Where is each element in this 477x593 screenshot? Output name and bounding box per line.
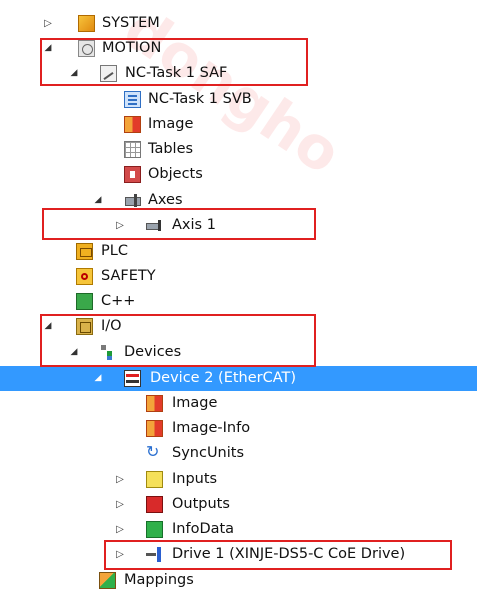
tree-item-label: SyncUnits — [172, 445, 245, 461]
devices-icon — [99, 344, 116, 361]
tree-item-label: Device 2 (EtherCAT) — [150, 370, 297, 386]
tree-item-safety[interactable]: SAFETY — [0, 264, 477, 289]
expand-arrow-icon[interactable]: ▷ — [114, 542, 126, 567]
tree-item-label: NC-Task 1 SVB — [148, 91, 252, 107]
tree-item-motion[interactable]: ◢ MOTION — [0, 36, 477, 61]
tree-item-label: I/O — [101, 318, 122, 334]
tree-item-device-image[interactable]: Image — [0, 391, 477, 416]
cpp-icon — [76, 293, 93, 310]
io-icon — [76, 318, 93, 335]
tree-item-label: Tables — [148, 141, 194, 157]
tree-item-label: Devices — [124, 344, 182, 360]
tree-item-label: Axes — [148, 192, 183, 208]
svb-icon — [124, 91, 141, 108]
tree-item-inputs[interactable]: ▷ Inputs — [0, 467, 477, 492]
image-icon — [146, 395, 163, 412]
tree-item-nc-task-svb[interactable]: NC-Task 1 SVB — [0, 87, 477, 112]
collapse-arrow-icon[interactable]: ◢ — [68, 340, 80, 365]
image-info-icon — [146, 420, 163, 437]
tree-item-label: MOTION — [102, 40, 162, 56]
tree-item-outputs[interactable]: ▷ Outputs — [0, 492, 477, 517]
expand-arrow-icon[interactable]: ▷ — [42, 11, 54, 36]
ethercat-device-icon — [124, 370, 141, 387]
tree-item-axis-1[interactable]: ▷ Axis 1 — [0, 213, 477, 238]
tree-item-nc-image[interactable]: Image — [0, 112, 477, 137]
tree-item-label: SAFETY — [101, 268, 156, 284]
tree-item-label: Objects — [148, 166, 203, 182]
tree-item-tables[interactable]: Tables — [0, 137, 477, 162]
safety-icon — [76, 268, 93, 285]
tree-item-devices[interactable]: ◢ Devices — [0, 340, 477, 365]
tree-item-label: C++ — [101, 293, 136, 309]
tree-item-label: InfoData — [172, 521, 235, 537]
system-icon — [78, 15, 95, 32]
tree-item-axes[interactable]: ◢ Axes — [0, 188, 477, 213]
image-icon — [124, 116, 141, 133]
infodata-icon — [146, 521, 163, 538]
tree-item-label: NC-Task 1 SAF — [125, 65, 228, 81]
tree-item-label: Image — [148, 116, 194, 132]
collapse-arrow-icon[interactable]: ◢ — [42, 314, 54, 339]
tree-item-nc-task[interactable]: ◢ NC-Task 1 SAF — [0, 61, 477, 86]
drive-icon — [146, 546, 163, 563]
expand-arrow-icon[interactable]: ▷ — [114, 467, 126, 492]
tree-item-label: Image-Info — [172, 420, 251, 436]
collapse-arrow-icon[interactable]: ◢ — [92, 188, 104, 213]
tree-item-label: Image — [172, 395, 218, 411]
collapse-arrow-icon[interactable]: ◢ — [68, 61, 80, 86]
axis-icon — [146, 217, 163, 234]
tree-item-objects[interactable]: Objects — [0, 162, 477, 187]
collapse-arrow-icon[interactable]: ◢ — [42, 36, 54, 61]
tree-item-image-info[interactable]: Image-Info — [0, 416, 477, 441]
tree-item-label: SYSTEM — [102, 15, 160, 31]
tree-item-label: PLC — [101, 243, 128, 259]
inputs-icon — [146, 471, 163, 488]
objects-icon — [124, 166, 141, 183]
tree-item-io[interactable]: ◢ I/O — [0, 314, 477, 339]
nc-task-icon — [100, 65, 117, 82]
tree-item-label: Drive 1 (XINJE-DS5-C CoE Drive) — [172, 546, 406, 562]
tree-item-label: Outputs — [172, 496, 230, 512]
sync-icon — [146, 442, 163, 462]
expand-arrow-icon[interactable]: ▷ — [114, 213, 126, 238]
tree-item-label: Axis 1 — [172, 217, 216, 233]
tree-item-plc[interactable]: PLC — [0, 239, 477, 264]
axes-icon — [124, 192, 141, 209]
expand-arrow-icon[interactable]: ▷ — [114, 517, 126, 542]
tree-item-device-2[interactable]: ◢ Device 2 (EtherCAT) — [0, 366, 477, 391]
mappings-icon — [99, 572, 116, 589]
outputs-icon — [146, 496, 163, 513]
tree-item-cpp[interactable]: C++ — [0, 289, 477, 314]
tables-icon — [124, 141, 141, 158]
tree-item-drive-1[interactable]: ▷ Drive 1 (XINJE-DS5-C CoE Drive) — [0, 542, 477, 567]
tree-item-system[interactable]: ▷ SYSTEM — [0, 11, 477, 36]
plc-icon — [76, 243, 93, 260]
motion-icon — [78, 40, 95, 57]
tree-item-infodata[interactable]: ▷ InfoData — [0, 517, 477, 542]
tree-item-syncunits[interactable]: SyncUnits — [0, 441, 477, 466]
tree-item-label: Inputs — [172, 471, 218, 487]
tree-item-mappings[interactable]: Mappings — [0, 568, 477, 593]
collapse-arrow-icon[interactable]: ◢ — [92, 366, 104, 391]
tree-item-label: Mappings — [124, 572, 194, 588]
expand-arrow-icon[interactable]: ▷ — [114, 492, 126, 517]
